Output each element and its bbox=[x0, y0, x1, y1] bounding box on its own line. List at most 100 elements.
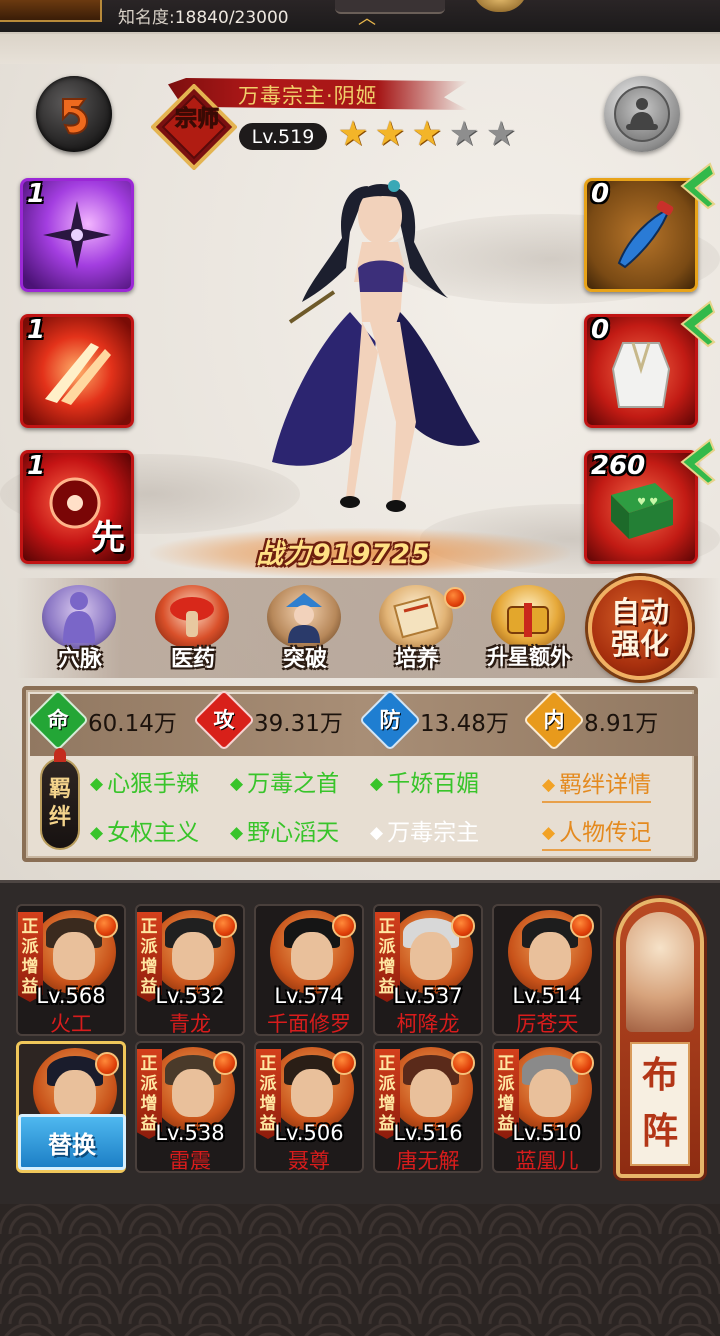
hero-card-level: Lv.514 bbox=[512, 984, 582, 1008]
formation-art bbox=[626, 912, 694, 1032]
bond-trait: ◆ 野心滔天 bbox=[230, 813, 339, 847]
biography-label: 人物传记 bbox=[559, 820, 652, 846]
notification-dot bbox=[451, 1051, 475, 1075]
bond-details-label: 羁绊详情 bbox=[559, 772, 652, 798]
bond-tie-icon bbox=[54, 748, 66, 762]
trait-text: 心狠手辣 bbox=[107, 771, 200, 797]
hero-card-level: Lv.516 bbox=[393, 1121, 463, 1145]
rank-badge-icon: 宗师 bbox=[151, 84, 237, 170]
trait-text: 女权主义 bbox=[107, 820, 200, 846]
combat-power: 战力919725 bbox=[256, 539, 431, 570]
function-label: 穴脉 bbox=[57, 647, 102, 672]
fame-label: 知名度: bbox=[118, 8, 175, 28]
bond-details-link[interactable]: ◆ 羁绊详情 bbox=[542, 765, 652, 803]
stat-value: 60.14万 bbox=[88, 711, 177, 737]
bond-label: 羁 绊 bbox=[40, 748, 80, 850]
auto-enhance-line1: 自动 bbox=[610, 595, 669, 629]
skill-slot-1[interactable]: 1 bbox=[20, 178, 134, 292]
currency-coin-icon bbox=[472, 0, 528, 12]
bond-label-top: 羁 bbox=[48, 777, 71, 802]
biography-link[interactable]: ◆ 人物传记 bbox=[542, 813, 652, 851]
meditating-figure-icon bbox=[614, 86, 670, 142]
meridian-button[interactable]: 穴脉 bbox=[35, 585, 125, 673]
star-rating: ★ ★ ★ ★ ★ bbox=[335, 116, 519, 152]
hero-card-name: 唐无解 bbox=[396, 1149, 460, 1173]
hero-portrait-button[interactable] bbox=[604, 76, 680, 152]
function-label: 医药 bbox=[170, 647, 215, 672]
lineup-hero-card[interactable]: 正派增益 Lv.516 唐无解 bbox=[373, 1041, 483, 1173]
notification-dot bbox=[213, 1051, 237, 1075]
function-label: 培养 bbox=[394, 647, 439, 672]
lineup-hero-card[interactable]: 正派增益 Lv.532 青龙 bbox=[135, 904, 245, 1036]
lineup-hero-card[interactable]: 正派增益 Lv.537 柯降龙 bbox=[373, 904, 483, 1036]
cultivate-scroll-icon bbox=[379, 585, 453, 649]
lineup-hero-card[interactable]: 正派增益 Lv.538 雷震 bbox=[135, 1041, 245, 1173]
formation-label-line2: 阵 bbox=[641, 1111, 678, 1152]
upgrade-arrow-icon bbox=[680, 162, 716, 210]
trait-text: 万毒宗主 bbox=[387, 820, 480, 846]
equip-count: 0 bbox=[591, 315, 610, 345]
lineup-hero-card[interactable]: 正派增益 Lv.510 蓝凰儿 bbox=[492, 1041, 602, 1173]
star-upgrade-button[interactable]: 升星额外 bbox=[484, 585, 574, 673]
hero-name: 万毒宗主·阴姬 bbox=[238, 84, 378, 108]
bond-trait: ◆ 心狠手辣 bbox=[90, 764, 199, 798]
back-arrow-icon bbox=[62, 98, 89, 135]
diamond-bullet-icon: ◆ bbox=[230, 774, 244, 794]
equip-count: 260 bbox=[591, 451, 646, 481]
back-button[interactable] bbox=[36, 76, 112, 152]
notification-dot bbox=[94, 914, 118, 938]
hero-card-level: Lv.510 bbox=[512, 1121, 582, 1145]
function-label: 突破 bbox=[282, 647, 327, 672]
diamond-bullet-icon: ◆ bbox=[542, 775, 556, 795]
chevron-up-icon[interactable]: ︿ bbox=[349, 8, 385, 30]
hero-card-name: 火工 bbox=[50, 1012, 92, 1036]
notification-dot bbox=[332, 914, 356, 938]
lineup-hero-card[interactable]: 正派增益 Lv.506 聂尊 bbox=[254, 1041, 364, 1173]
diamond-bullet-icon: ◆ bbox=[230, 823, 244, 843]
hero-card-name: 柯降龙 bbox=[396, 1012, 460, 1036]
hero-character-art bbox=[272, 180, 480, 512]
medicine-button[interactable]: 医药 bbox=[148, 585, 238, 673]
star-empty-icon: ★ bbox=[485, 114, 517, 154]
hero-level: Lv.519 bbox=[239, 123, 327, 150]
trait-text: 万毒之首 bbox=[247, 771, 340, 797]
stat-value: 8.91万 bbox=[584, 711, 659, 737]
star-filled-icon: ★ bbox=[374, 114, 406, 154]
notification-dot bbox=[444, 587, 466, 609]
cultivate-button[interactable]: 培养 bbox=[372, 585, 466, 673]
rank-badge-char-1: 宗师 bbox=[175, 106, 219, 132]
star-filled-icon: ★ bbox=[411, 114, 443, 154]
star-empty-icon: ★ bbox=[448, 114, 480, 154]
fame-value: 18840/23000 bbox=[174, 8, 289, 28]
hero-card-level: Lv.574 bbox=[274, 984, 344, 1008]
player-frame[interactable] bbox=[0, 0, 102, 22]
auto-enhance-button[interactable]: 自动 强化 bbox=[588, 576, 692, 680]
upgrade-arrow-icon bbox=[680, 438, 716, 486]
bond-trait: ◆ 女权主义 bbox=[90, 813, 199, 847]
hero-card-name: 厉苍天 bbox=[515, 1012, 579, 1036]
star-upgrade-icon bbox=[491, 585, 565, 649]
lineup-hero-card[interactable]: Lv.514 厉苍天 bbox=[492, 904, 602, 1036]
breakthrough-button[interactable]: 突破 bbox=[260, 585, 350, 673]
bond-trait: ◆ 万毒之首 bbox=[230, 764, 339, 798]
medicine-icon bbox=[155, 585, 229, 649]
formation-label: 布 阵 bbox=[630, 1042, 690, 1166]
hero-card-level: Lv.506 bbox=[274, 1121, 344, 1145]
skill-slot-2[interactable]: 1 bbox=[20, 314, 134, 428]
bond-trait: ◆ 千娇百媚 bbox=[370, 764, 479, 798]
skill-count: 1 bbox=[27, 179, 46, 209]
lineup-hero-card[interactable]: 正派增益 Lv.568 火工 bbox=[16, 904, 126, 1036]
hero-card-name: 蓝凰儿 bbox=[515, 1149, 579, 1173]
hero-card-level: Lv.538 bbox=[155, 1121, 225, 1145]
lineup-hero-card[interactable]: Lv.574 千面修罗 bbox=[254, 904, 364, 1036]
upgrade-arrow-icon bbox=[680, 300, 716, 348]
formation-button[interactable]: 布 阵 bbox=[616, 898, 704, 1178]
skill-slot-3[interactable]: 先 1 bbox=[20, 450, 134, 564]
swap-button[interactable]: 替换 bbox=[18, 1114, 126, 1170]
hero-card-name: 千面修罗 bbox=[267, 1012, 351, 1036]
diamond-bullet-icon: ◆ bbox=[370, 823, 384, 843]
notification-dot bbox=[570, 1051, 594, 1075]
equip-count: 0 bbox=[591, 179, 610, 209]
hero-card-name: 青龙 bbox=[169, 1012, 211, 1036]
notification-dot bbox=[213, 914, 237, 938]
